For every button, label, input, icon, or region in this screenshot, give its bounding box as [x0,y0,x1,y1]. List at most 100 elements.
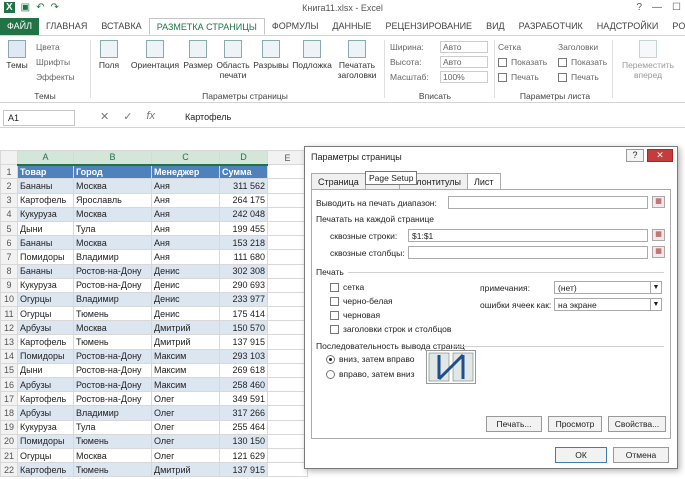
cols-picker-icon[interactable]: ▦ [652,246,665,258]
cell[interactable] [268,420,308,434]
cancel-button[interactable]: Отмена [613,447,669,463]
col-header-c[interactable]: C [152,151,220,165]
errors-select[interactable]: на экране ▼ [554,298,662,311]
cell[interactable]: 269 618 [220,363,268,377]
cell[interactable]: Денис [152,292,220,306]
tab-page[interactable]: Страница [311,173,366,189]
cell[interactable] [268,321,308,335]
cell[interactable]: Бананы [18,179,74,193]
cell[interactable]: Дыни [18,363,74,377]
row-header[interactable]: 16 [1,378,18,392]
row-header[interactable]: 22 [1,463,18,477]
cell[interactable] [268,292,308,306]
cell[interactable]: 317 266 [220,406,268,420]
cell[interactable]: Дмитрий [152,321,220,335]
cell[interactable]: Дмитрий [152,463,220,477]
cell[interactable]: Максим [152,349,220,363]
cell[interactable]: Аня [152,193,220,207]
cell[interactable]: 153 218 [220,236,268,250]
tab-view[interactable]: ВИД [479,18,512,35]
headings-print-checkbox[interactable] [558,73,567,82]
cell[interactable] [268,207,308,221]
row-header[interactable]: 20 [1,434,18,448]
tab-sheet[interactable]: Лист [467,173,501,190]
order-down-radio[interactable] [326,355,335,364]
theme-fonts[interactable]: Шрифты [36,57,70,67]
print-area-button[interactable]: Область печати [214,40,252,80]
cell[interactable]: 199 455 [220,221,268,235]
row-header[interactable]: 12 [1,321,18,335]
cell[interactable]: 311 562 [220,179,268,193]
cell[interactable]: Олег [152,406,220,420]
cell[interactable]: Кукуруза [18,207,74,221]
cell[interactable] [268,250,308,264]
cell[interactable]: Аня [152,179,220,193]
cell[interactable]: Кукуруза [18,278,74,292]
row-header[interactable]: 5 [1,221,18,235]
cell[interactable]: Москва [74,321,152,335]
cell[interactable] [268,349,308,363]
cell[interactable]: Бананы [18,264,74,278]
row-header[interactable]: 14 [1,349,18,363]
height-select[interactable]: Авто [440,56,488,68]
cell[interactable]: Ярославль [74,193,152,207]
cell[interactable]: Олег [152,420,220,434]
cell[interactable]: Огурцы [18,307,74,321]
cell[interactable]: Ростов-на-Дону [74,278,152,292]
breaks-button[interactable]: Разрывы [252,40,290,70]
minimize-button[interactable]: — [652,2,662,13]
cancel-icon[interactable]: ✕ [100,110,109,123]
cell[interactable]: Владимир [74,250,152,264]
cell[interactable]: Ростов-на-Дону [74,349,152,363]
cell[interactable] [268,463,308,477]
cell[interactable]: Олег [152,434,220,448]
row-header[interactable]: 9 [1,278,18,292]
row-header[interactable]: 8 [1,264,18,278]
ok-button[interactable]: ОК [555,447,607,463]
cell[interactable]: Ростов-на-Дону [74,378,152,392]
cell[interactable]: Дыни [18,221,74,235]
bring-forward-button[interactable]: Переместить вперед [618,40,678,80]
print-area-picker-icon[interactable]: ▦ [652,196,665,208]
rows-picker-icon[interactable]: ▦ [652,229,665,241]
cell[interactable]: Москва [74,207,152,221]
cell[interactable] [268,335,308,349]
scale-input[interactable]: 100% [440,71,488,83]
cell[interactable]: Тула [74,221,152,235]
width-select[interactable]: Авто [440,41,488,53]
cell[interactable] [268,278,308,292]
dialog-close-button[interactable]: ✕ [647,149,673,162]
help-button[interactable]: ? [636,2,642,13]
headings-checkbox[interactable] [330,325,339,334]
cell[interactable]: Аня [152,236,220,250]
tab-page-layout[interactable]: РАЗМЕТКА СТРАНИЦЫ [149,18,265,35]
cell[interactable] [268,434,308,448]
tab-addins[interactable]: НАДСТРОЙКИ [590,18,666,35]
row-header[interactable]: 13 [1,335,18,349]
cell[interactable]: 137 915 [220,335,268,349]
cell[interactable]: Аня [152,221,220,235]
col-header-e[interactable]: E [268,151,308,165]
cell[interactable]: Денис [152,264,220,278]
cell[interactable]: Помидоры [18,349,74,363]
row-header[interactable]: 6 [1,236,18,250]
select-all[interactable] [1,151,18,165]
margins-button[interactable]: Поля [96,40,122,70]
cell[interactable]: Помидоры [18,250,74,264]
header-product[interactable]: Товар [18,165,74,179]
cell[interactable]: Помидоры [18,434,74,448]
name-box[interactable]: A1 [3,110,75,126]
cell[interactable]: Тюмень [74,434,152,448]
cell[interactable] [268,221,308,235]
cell[interactable] [268,307,308,321]
cell[interactable]: 233 977 [220,292,268,306]
cell[interactable]: Москва [74,448,152,462]
cell[interactable]: Москва [74,179,152,193]
theme-colors[interactable]: Цвета [36,42,60,52]
row-header[interactable]: 4 [1,207,18,221]
cell[interactable]: Ростов-на-Дону [74,264,152,278]
cell[interactable]: 242 048 [220,207,268,221]
cell[interactable] [268,193,308,207]
print-titles-button[interactable]: Печатать заголовки [334,40,380,80]
col-header-d[interactable]: D [220,151,268,165]
